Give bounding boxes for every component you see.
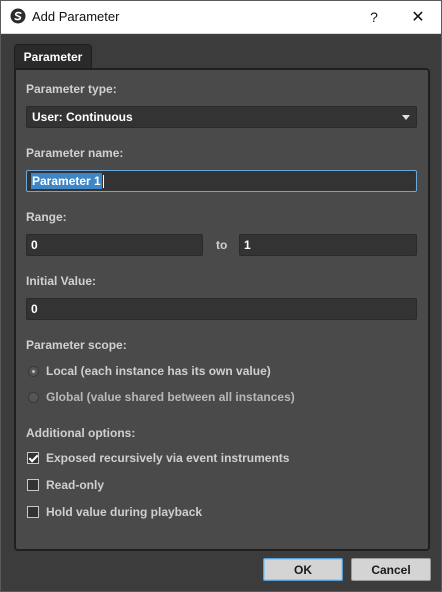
radio-local[interactable]	[28, 366, 39, 377]
scope-local-label[interactable]: Local (each instance has its own value)	[46, 364, 271, 378]
additional-options-label: Additional options:	[26, 426, 136, 440]
checkbox-exposed-recursively[interactable]	[27, 452, 39, 464]
range-max-input[interactable]: 1	[239, 234, 417, 256]
title-bar: Add Parameter ? ✕	[1, 1, 441, 34]
text-caret	[102, 174, 104, 188]
help-icon: ?	[370, 9, 378, 25]
range-max-value: 1	[244, 238, 251, 252]
hold-value-label[interactable]: Hold value during playback	[46, 505, 202, 519]
radio-global[interactable]	[28, 392, 39, 403]
parameter-name-label: Parameter name:	[26, 146, 124, 160]
checkbox-hold-value[interactable]	[27, 506, 39, 518]
read-only-label[interactable]: Read-only	[46, 478, 104, 492]
ok-button[interactable]: OK	[263, 558, 343, 581]
initial-value-input[interactable]: 0	[26, 298, 417, 320]
chevron-down-icon	[402, 115, 410, 120]
parameter-type-value: User: Continuous	[32, 110, 133, 124]
range-to-label: to	[216, 238, 228, 252]
tab-parameter[interactable]: Parameter	[14, 44, 92, 69]
close-button[interactable]: ✕	[395, 1, 441, 33]
range-label: Range:	[26, 210, 67, 224]
parameter-scope-label: Parameter scope:	[26, 338, 127, 352]
range-min-input[interactable]: 0	[26, 234, 203, 256]
range-min-value: 0	[31, 238, 38, 252]
window-title: Add Parameter	[32, 9, 120, 24]
initial-value-value: 0	[31, 302, 38, 316]
close-icon: ✕	[411, 9, 425, 26]
cancel-button[interactable]: Cancel	[351, 558, 431, 581]
studio-logo-icon	[10, 8, 26, 24]
initial-value-label: Initial Value:	[26, 274, 97, 288]
parameter-name-input[interactable]: Parameter 1	[26, 170, 417, 192]
scope-global-label[interactable]: Global (value shared between all instanc…	[46, 390, 295, 404]
parameter-type-label: Parameter type:	[26, 82, 117, 96]
exposed-recursively-label[interactable]: Exposed recursively via event instrument…	[46, 451, 289, 465]
help-button[interactable]: ?	[351, 1, 397, 33]
checkbox-read-only[interactable]	[27, 479, 39, 491]
add-parameter-dialog: Add Parameter ? ✕ Parameter Parameter ty…	[0, 0, 442, 592]
parameter-name-value: Parameter 1	[31, 173, 102, 189]
parameter-type-select[interactable]: User: Continuous	[26, 106, 417, 128]
